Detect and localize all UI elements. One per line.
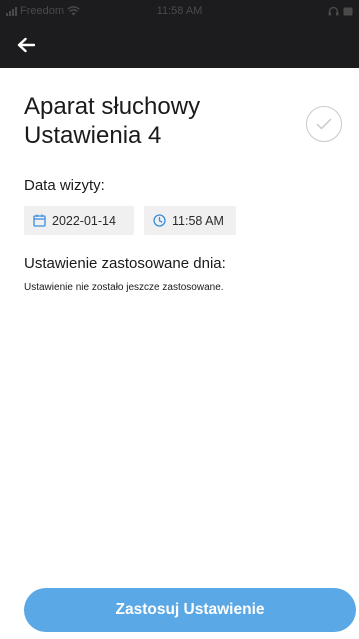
check-circle-icon (316, 118, 332, 130)
battery-icon (343, 7, 353, 15)
visit-date-value: 2022-01-14 (52, 213, 116, 228)
status-check (306, 106, 342, 142)
status-time: 11:58 AM (156, 5, 203, 17)
page-title: Aparat słuchowy Ustawienia 4 (24, 93, 201, 149)
headphones-icon (328, 6, 339, 16)
arrow-left-icon (17, 37, 35, 53)
back-button[interactable] (12, 32, 40, 58)
title-row: Aparat słuchowy Ustawienia 4 (24, 92, 344, 150)
applied-date-value: Ustawienie nie zostało jeszcze zastosowa… (24, 282, 224, 293)
status-right (328, 0, 353, 22)
visit-time-value: 11:58 AM (172, 213, 224, 228)
visit-date-chip[interactable]: 2022-01-14 (24, 206, 134, 235)
clock-icon (153, 214, 166, 227)
applied-date-label: Ustawienie zastosowane dnia: (24, 255, 226, 272)
visit-date-label: Data wizyty: (24, 177, 105, 194)
calendar-icon (33, 214, 46, 227)
status-bar: Freedom 11:58 AM (0, 0, 359, 22)
apply-setting-button[interactable]: Zastosuj Ustawienie (24, 588, 356, 632)
visit-time-chip[interactable]: 11:58 AM (144, 206, 236, 235)
app-header: Freedom 11:58 AM (0, 0, 359, 68)
